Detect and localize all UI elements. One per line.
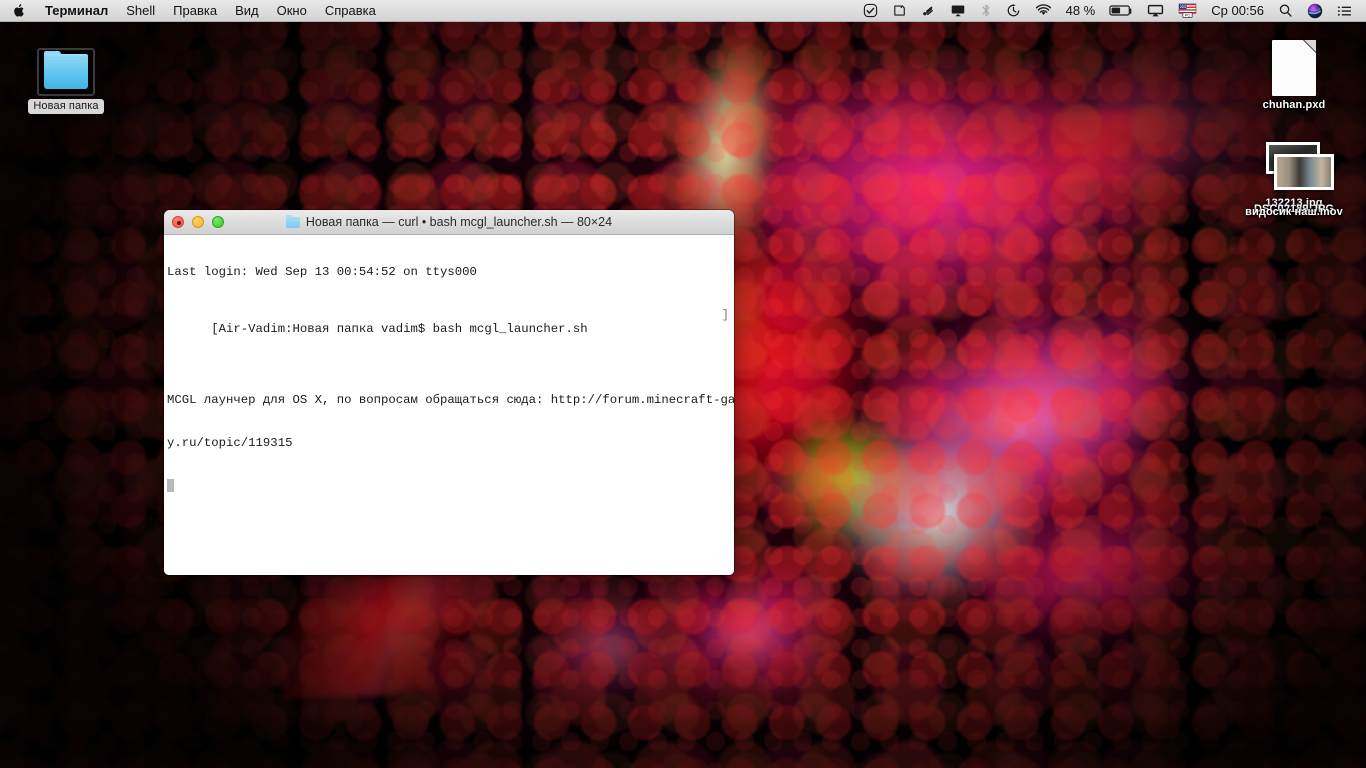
wallpaper-magenta-lower	[873, 389, 1347, 768]
menu-bar: Терминал Shell Правка Вид Окно Справка 4…	[0, 0, 1366, 22]
airplay-display-glyph	[951, 5, 964, 17]
photo-thumbnail-front	[1274, 154, 1334, 190]
menu-item-shell[interactable]: Shell	[117, 0, 164, 21]
hard-disk-glyph	[893, 5, 905, 16]
menu-item-help[interactable]: Справка	[316, 0, 385, 21]
us-flag-pc-glyph: PC	[1178, 3, 1197, 18]
hard-disk-icon[interactable]	[885, 0, 914, 21]
desktop-icon-photo-stack[interactable]: 132213.jpg DSC02189.JPG видосик наш.mov	[1245, 138, 1343, 228]
folder-glyph	[44, 50, 88, 89]
terminal-line: Last login: Wed Sep 13 00:54:52 on ttys0…	[167, 265, 477, 280]
desktop-icon-document[interactable]: chuhan.pxd	[1248, 34, 1340, 112]
apple-logo-icon[interactable]	[0, 0, 36, 21]
clock-label[interactable]: Ср 00:56	[1204, 3, 1271, 18]
checkmark-circle-icon[interactable]	[856, 0, 885, 21]
document-icon	[1248, 34, 1340, 96]
list-lines-icon[interactable]	[1330, 0, 1359, 21]
folder-icon	[20, 34, 112, 96]
desktop-icon-label: Новая папка	[28, 99, 104, 114]
photo-stack-labels: 132213.jpg DSC02189.JPG видосик наш.mov	[1224, 194, 1364, 228]
menu-bar-status-area: 48 % PC Ср 00:56	[856, 0, 1366, 21]
terminal-cursor	[167, 479, 174, 493]
checkmark-circle-glyph	[863, 3, 877, 18]
menu-item-view[interactable]: Вид	[226, 0, 268, 21]
dropbox-icon[interactable]	[914, 0, 943, 21]
menu-item-edit[interactable]: Правка	[164, 0, 226, 21]
terminal-cursor-line	[167, 478, 731, 494]
terminal-line-text: [Air-Vadim:Новая папка vadim$ bash mcgl_…	[211, 322, 588, 337]
folder-selection-box	[37, 48, 95, 96]
wallpaper-red-streak-upper	[1000, 110, 1210, 180]
terminal-title-bar[interactable]: Новая папка — curl • bash mcgl_launcher.…	[164, 210, 734, 235]
airplay-glyph	[1148, 4, 1164, 17]
bluetooth-glyph	[982, 4, 990, 17]
terminal-line-bracket: ]	[721, 308, 729, 323]
battery-glyph	[1109, 5, 1132, 16]
wallpaper-yellow-splash	[730, 380, 990, 600]
battery-percent-label[interactable]: 48 %	[1059, 3, 1103, 18]
zoom-button[interactable]	[212, 216, 224, 228]
folder-icon	[285, 214, 300, 228]
menu-item-window[interactable]: Окно	[268, 0, 316, 21]
time-machine-glyph	[1007, 4, 1019, 17]
wallpaper-magenta-plume	[700, 20, 1320, 440]
airplay-icon[interactable]	[1140, 0, 1171, 21]
terminal-window[interactable]: Новая папка — curl • bash mcgl_launcher.…	[164, 210, 734, 575]
siri-icon[interactable]	[1300, 0, 1330, 21]
terminal-line: MCGL лаунчер для OS X, по вопросам обращ…	[167, 393, 734, 408]
terminal-output-area[interactable]: Last login: Wed Sep 13 00:54:52 on ttys0…	[164, 235, 734, 575]
wallpaper-pink-bottom	[490, 560, 910, 768]
battery-icon[interactable]	[1102, 0, 1140, 21]
desktop-icon-folder[interactable]: Новая папка	[20, 34, 112, 114]
document-glyph	[1272, 40, 1316, 96]
siri-glyph	[1307, 3, 1323, 18]
wallpaper-white-smoke	[760, 380, 1100, 640]
svg-text:PC: PC	[1185, 13, 1191, 18]
wallpaper-pink-cloud	[780, 187, 1320, 643]
photo-stack-icon	[1248, 138, 1340, 194]
window-controls	[164, 216, 224, 228]
notification-center-glyph	[1337, 5, 1352, 16]
wifi-icon[interactable]	[1028, 0, 1059, 21]
menu-item-app-name[interactable]: Терминал	[36, 0, 117, 21]
terminal-line: y.ru/topic/119315	[167, 435, 293, 450]
search-icon[interactable]	[1271, 0, 1300, 21]
us-flag-pc-icon[interactable]: PC	[1171, 0, 1204, 21]
bluetooth-icon[interactable]	[973, 0, 999, 21]
wallpaper-red-streak	[277, 571, 503, 699]
apple-logo-glyph	[14, 4, 24, 17]
close-button[interactable]	[172, 216, 184, 228]
minimize-button[interactable]	[192, 216, 204, 228]
desktop-icon-label-movie: видосик наш.mov	[1245, 206, 1343, 218]
photo-stack-glyph	[1256, 142, 1334, 194]
dropbox-glyph	[922, 6, 933, 16]
menu-bar-left: Терминал Shell Правка Вид Окно Справка	[0, 0, 385, 21]
search-glyph	[1279, 4, 1292, 17]
terminal-title-text: Новая папка — curl • bash mcgl_launcher.…	[305, 215, 613, 229]
airplay-display-icon[interactable]	[943, 0, 973, 21]
wifi-glyph	[1035, 4, 1051, 15]
terminal-line: [Air-Vadim:Новая папка vadim$ bash mcgl_…	[167, 308, 731, 365]
terminal-title: Новая папка — curl • bash mcgl_launcher.…	[164, 214, 734, 229]
time-machine-icon[interactable]	[999, 0, 1028, 21]
desktop-icon-label: chuhan.pxd	[1262, 99, 1326, 111]
